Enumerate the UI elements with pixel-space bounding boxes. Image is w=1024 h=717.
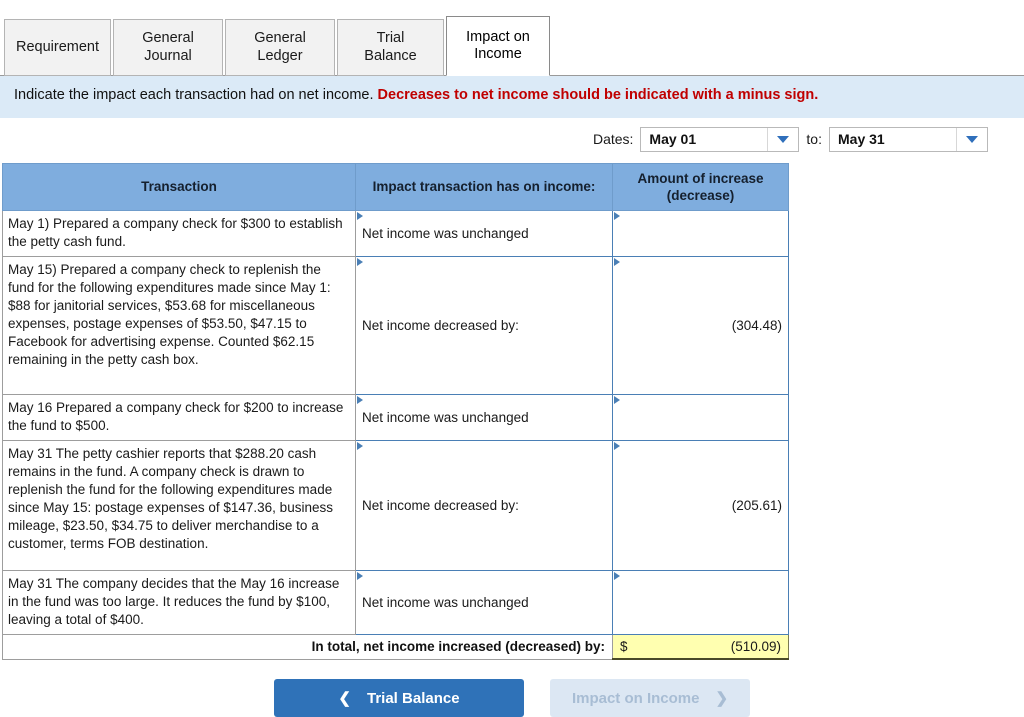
transaction-description: May 15) Prepared a company check to repl… xyxy=(2,256,356,396)
table-row: May 16 Prepared a company check for $200… xyxy=(2,394,789,441)
chevron-down-icon xyxy=(966,135,978,143)
date-to-select[interactable]: May 31 xyxy=(829,126,988,152)
dates-to-label: to: xyxy=(806,131,822,148)
table-total-row: In total, net income increased (decrease… xyxy=(2,633,789,661)
table-row: May 15) Prepared a company check to repl… xyxy=(2,256,789,396)
instruction-bar: Indicate the impact each transaction had… xyxy=(0,76,1024,118)
impact-input[interactable]: Net income decreased by: xyxy=(355,256,613,396)
next-impact-on-income-button: Impact on Income ❯ xyxy=(550,679,750,717)
column-header-impact: Impact transaction has on income: xyxy=(355,162,613,212)
total-value-cell[interactable]: $ (510.09) xyxy=(612,633,789,661)
amount-input[interactable] xyxy=(612,394,789,441)
tab-general-ledger[interactable]: General Ledger xyxy=(225,19,335,76)
total-label: In total, net income increased (decrease… xyxy=(2,633,613,660)
prev-button-label: Trial Balance xyxy=(367,689,460,707)
tab-general-journal[interactable]: General Journal xyxy=(113,19,223,76)
date-to-dropdown-arrow[interactable] xyxy=(956,127,987,151)
tab-strip: Requirement General Journal General Ledg… xyxy=(0,0,1024,76)
impact-input[interactable]: Net income was unchanged xyxy=(355,394,613,441)
instruction-text: Indicate the impact each transaction had… xyxy=(14,87,374,103)
tab-impact-on-income[interactable]: Impact on Income xyxy=(446,16,550,76)
chevron-right-icon: ❯ xyxy=(715,690,729,708)
worksheet-container: Transaction Impact transaction has on in… xyxy=(0,160,1024,661)
amount-input[interactable]: (304.48) xyxy=(612,256,789,396)
table-row: May 31 The petty cashier reports that $2… xyxy=(2,439,789,571)
dates-row: Dates: May 01 to: May 31 xyxy=(0,118,1024,160)
chevron-down-icon xyxy=(777,135,790,143)
transaction-description: May 16 Prepared a company check for $200… xyxy=(2,394,356,441)
transaction-description: May 31 The petty cashier reports that $2… xyxy=(2,439,356,571)
footer-navigation: ❮ Trial Balance Impact on Income ❯ xyxy=(0,660,1024,717)
amount-input[interactable] xyxy=(612,210,789,258)
date-from-dropdown-arrow[interactable] xyxy=(767,127,799,151)
chevron-left-icon: ❮ xyxy=(338,690,351,708)
date-from-select[interactable]: May 01 xyxy=(640,126,800,152)
impact-input[interactable]: Net income decreased by: xyxy=(355,439,613,571)
table-row: May 1) Prepared a company check for $300… xyxy=(2,210,789,258)
table-row: May 31 The company decides that the May … xyxy=(2,569,789,635)
tab-requirement[interactable]: Requirement xyxy=(4,19,111,76)
impact-input[interactable]: Net income was unchanged xyxy=(355,210,613,258)
instruction-warning: Decreases to net income should be indica… xyxy=(377,87,819,103)
next-button-label: Impact on Income xyxy=(571,689,700,707)
table-header-row: Transaction Impact transaction has on in… xyxy=(2,162,789,212)
dates-label: Dates: xyxy=(592,131,634,148)
transaction-description: May 31 The company decides that the May … xyxy=(2,569,356,635)
total-amount: (510.09) xyxy=(730,638,781,654)
tab-trial-balance[interactable]: Trial Balance xyxy=(337,19,444,76)
date-to-value: May 31 xyxy=(838,131,885,148)
impact-on-income-table: Transaction Impact transaction has on in… xyxy=(2,162,789,661)
total-currency-symbol: $ xyxy=(620,638,628,654)
column-header-transaction: Transaction xyxy=(2,162,356,212)
transaction-description: May 1) Prepared a company check for $300… xyxy=(2,210,356,258)
prev-trial-balance-button[interactable]: ❮ Trial Balance xyxy=(274,679,524,717)
impact-input[interactable]: Net income was unchanged xyxy=(355,569,613,635)
column-header-amount: Amount of increase (decrease) xyxy=(612,162,789,212)
date-from-value: May 01 xyxy=(649,131,697,148)
amount-input[interactable] xyxy=(612,569,789,635)
amount-input[interactable]: (205.61) xyxy=(612,439,789,571)
